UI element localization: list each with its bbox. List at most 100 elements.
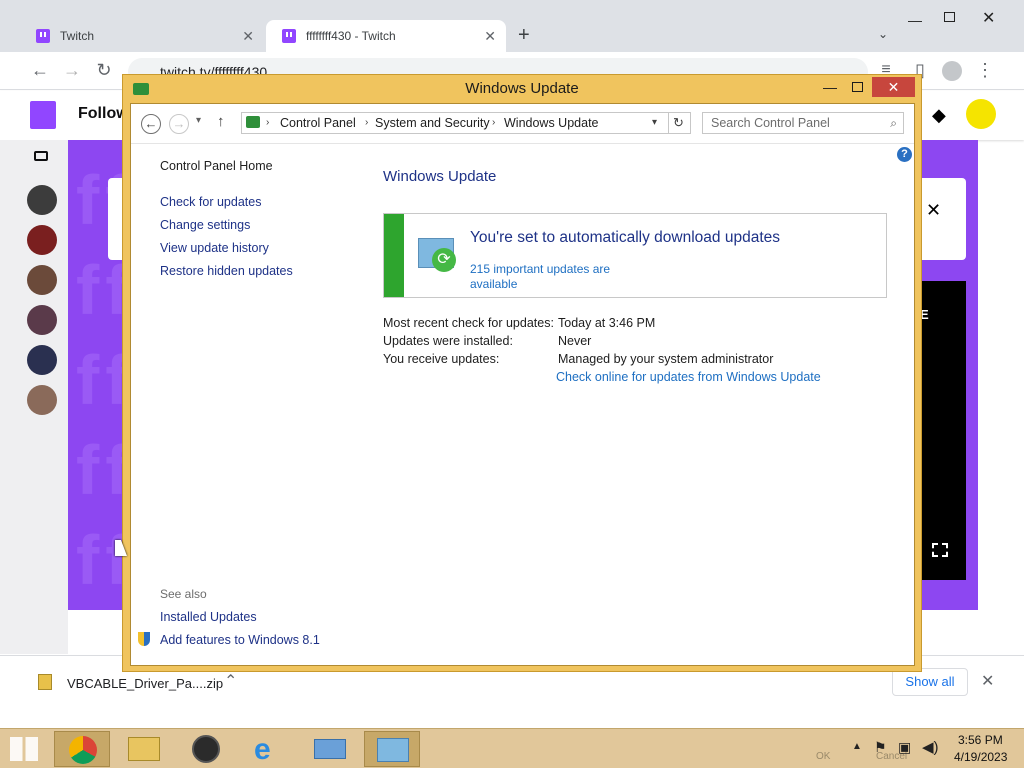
taskbar: e OK Cancel ▲ ⚑ ▣ ◀) 3:56 PM 4/19/2023: [0, 728, 1024, 768]
mouse-cursor-icon: [115, 540, 127, 556]
update-status-box: ⟳ You're set to automatically download u…: [383, 213, 887, 298]
recent-locations-icon[interactable]: ▾: [196, 115, 201, 126]
explorer-navbar: ← → ▾ ↑ › Control Panel › System and Sec…: [131, 104, 914, 144]
tab-search-icon[interactable]: ⌄: [878, 27, 888, 41]
channel-avatar[interactable]: [27, 385, 57, 415]
channel-avatar[interactable]: [27, 345, 57, 375]
back-icon[interactable]: ←: [30, 60, 50, 80]
reload-icon[interactable]: ↻: [94, 60, 114, 80]
maximize-icon[interactable]: [944, 12, 955, 22]
close-card-icon[interactable]: ✕: [926, 200, 941, 221]
important-updates-link[interactable]: 215 important updates are: [470, 262, 610, 276]
change-settings-link[interactable]: Change settings: [160, 218, 250, 232]
restore-hidden-updates-link[interactable]: Restore hidden updates: [160, 264, 293, 278]
separator-icon: ›: [492, 117, 496, 128]
start-button-icon[interactable]: [10, 737, 38, 761]
breadcrumb-item[interactable]: Control Panel: [280, 113, 356, 133]
close-button[interactable]: ✕: [872, 77, 915, 97]
search-placeholder: Search Control Panel: [711, 116, 830, 130]
info-label: You receive updates:: [383, 352, 500, 366]
help-icon[interactable]: ?: [897, 147, 912, 162]
control-panel-icon: [377, 738, 409, 762]
close-tab-icon[interactable]: ✕: [484, 28, 496, 45]
channel-avatar[interactable]: [27, 305, 57, 335]
tab-title: ffffffff430 - Twitch: [306, 29, 396, 43]
profile-avatar-icon[interactable]: [942, 61, 962, 81]
info-label: Updates were installed:: [383, 334, 513, 348]
fullscreen-icon[interactable]: [932, 543, 948, 557]
show-all-button[interactable]: Show all: [892, 668, 968, 696]
tab-channel[interactable]: ffffffff430 - Twitch ✕: [266, 20, 506, 52]
separator-icon: ›: [266, 117, 270, 128]
show-hidden-icons-icon[interactable]: ▲: [852, 741, 862, 752]
check-online-link[interactable]: Check online for updates from Windows Up…: [556, 370, 821, 384]
channel-avatar[interactable]: [27, 265, 57, 295]
obs-taskbar-item[interactable]: [178, 731, 234, 767]
view-update-history-link[interactable]: View update history: [160, 241, 269, 255]
forward-icon[interactable]: →: [62, 60, 82, 80]
volume-icon[interactable]: ◀): [922, 738, 939, 756]
search-input[interactable]: Search Control Panel ⌕: [702, 112, 904, 134]
user-avatar-icon[interactable]: [966, 99, 996, 129]
close-download-bar-icon[interactable]: ✕: [981, 671, 994, 691]
menu-icon[interactable]: ⋮: [975, 60, 995, 80]
refresh-icon[interactable]: ↻: [668, 113, 688, 133]
forward-icon[interactable]: →: [169, 114, 189, 134]
close-icon[interactable]: ✕: [982, 8, 995, 28]
see-also-heading: See also: [160, 587, 207, 601]
important-updates-link[interactable]: available: [470, 277, 517, 291]
installed-updates-link[interactable]: Installed Updates: [160, 610, 257, 624]
zip-file-icon: [38, 674, 52, 690]
tray-ok-text: OK: [816, 751, 831, 762]
channel-avatar[interactable]: [27, 185, 57, 215]
file-explorer-taskbar-item[interactable]: [116, 731, 172, 767]
up-icon[interactable]: ↑: [217, 113, 225, 130]
check-for-updates-link[interactable]: Check for updates: [160, 195, 261, 209]
folder-icon: [128, 737, 160, 761]
address-bar[interactable]: › Control Panel › System and Security › …: [241, 112, 691, 134]
tab-title: Twitch: [60, 29, 95, 43]
status-color-bar: [384, 214, 404, 297]
info-value: Today at 3:46 PM: [558, 316, 656, 330]
separator-icon: ›: [365, 117, 369, 128]
network-icon[interactable]: ▣: [898, 739, 911, 756]
maximize-icon[interactable]: [852, 82, 863, 92]
twitch-logo-icon[interactable]: [30, 101, 56, 129]
control-panel-home-link[interactable]: Control Panel Home: [160, 159, 273, 173]
twitch-icon: [36, 29, 50, 43]
internet-explorer-taskbar-item[interactable]: e: [240, 731, 296, 767]
keyboard-taskbar-item[interactable]: [302, 731, 358, 767]
info-label: Most recent check for updates:: [383, 316, 554, 330]
add-features-link[interactable]: Add features to Windows 8.1: [160, 633, 320, 647]
status-title: You're set to automatically download upd…: [470, 229, 781, 246]
back-icon[interactable]: ←: [141, 114, 161, 134]
chevron-up-icon[interactable]: ⌃: [224, 671, 237, 691]
clock-time[interactable]: 3:56 PM: [958, 733, 1003, 747]
search-icon[interactable]: ⌕: [890, 113, 897, 133]
info-value: Managed by your system administrator: [558, 352, 774, 366]
breadcrumb-item[interactable]: Windows Update: [504, 113, 599, 133]
chrome-taskbar-item[interactable]: [54, 731, 110, 767]
tab-strip: Twitch ✕ ffffffff430 - Twitch ✕ + ⌄ — ✕: [0, 0, 1024, 52]
tab-twitch[interactable]: Twitch ✕: [20, 20, 264, 52]
control-panel-icon: [246, 116, 260, 128]
prime-icon[interactable]: ◆: [932, 105, 946, 126]
chevron-down-icon[interactable]: ▾: [652, 113, 657, 133]
action-center-flag-icon[interactable]: ⚑: [874, 739, 887, 756]
page-heading: Windows Update: [383, 168, 497, 185]
minimize-icon[interactable]: —: [908, 12, 922, 28]
minimize-icon[interactable]: —: [823, 79, 837, 95]
keyboard-icon: [314, 739, 346, 759]
control-panel-taskbar-item[interactable]: [364, 731, 420, 767]
clock-date[interactable]: 4/19/2023: [954, 750, 1007, 764]
close-tab-icon[interactable]: ✕: [242, 28, 254, 45]
followed-channels-icon[interactable]: [34, 151, 48, 161]
breadcrumb-item[interactable]: System and Security: [375, 113, 490, 133]
download-filename[interactable]: VBCABLE_Driver_Pa....zip: [67, 676, 223, 691]
update-arrows-icon: ⟳: [432, 248, 456, 272]
shield-icon: [138, 632, 150, 646]
windows-update-window: Windows Update — ✕ ← → ▾ ↑ › Control Pan…: [122, 74, 922, 672]
channel-avatar[interactable]: [27, 225, 57, 255]
chrome-icon: [69, 736, 97, 764]
new-tab-icon[interactable]: +: [518, 24, 530, 47]
